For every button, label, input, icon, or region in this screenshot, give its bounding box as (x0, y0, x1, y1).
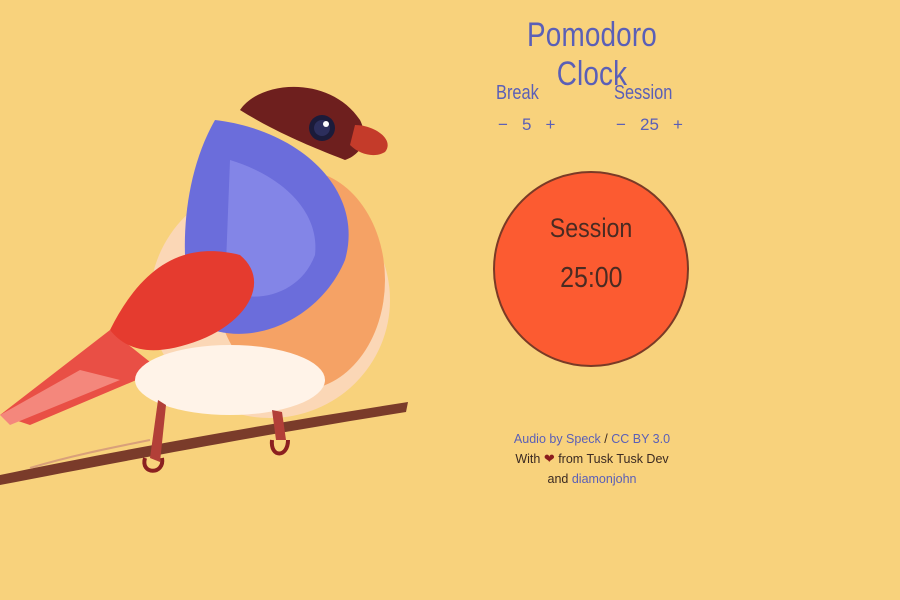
timer-display: 25:00 (559, 262, 623, 294)
break-decrement-button[interactable]: − (496, 115, 510, 135)
audio-credit-link[interactable]: Audio by Speck (514, 432, 601, 446)
break-label: Break (496, 82, 539, 104)
break-length-value: 5 (522, 115, 532, 134)
break-control: Break − 5 + (496, 82, 606, 135)
credit-slash: / (604, 432, 608, 446)
from-text: from Tusk Tusk Dev (558, 452, 669, 466)
heart-icon: ❤ (543, 451, 555, 466)
break-increment-button[interactable]: + (543, 115, 557, 135)
session-label: Session (614, 82, 673, 104)
timer-dial[interactable]: Session 25:00 (493, 171, 689, 367)
session-control: Session − 25 + (614, 82, 724, 135)
session-stepper: − 25 + (614, 115, 724, 135)
and-text: and (547, 472, 569, 486)
session-increment-button[interactable]: + (671, 115, 685, 135)
break-stepper: − 5 + (496, 115, 606, 135)
author-link[interactable]: diamonjohn (572, 472, 637, 486)
license-link[interactable]: CC BY 3.0 (611, 432, 670, 446)
with-text: With (515, 452, 541, 466)
session-decrement-button[interactable]: − (614, 115, 628, 135)
credits: Audio by Speck / CC BY 3.0 With ❤ from T… (470, 429, 714, 489)
bullfinch-illustration (0, 86, 408, 485)
timer-mode: Session (549, 213, 633, 243)
session-length-value: 25 (640, 115, 659, 134)
